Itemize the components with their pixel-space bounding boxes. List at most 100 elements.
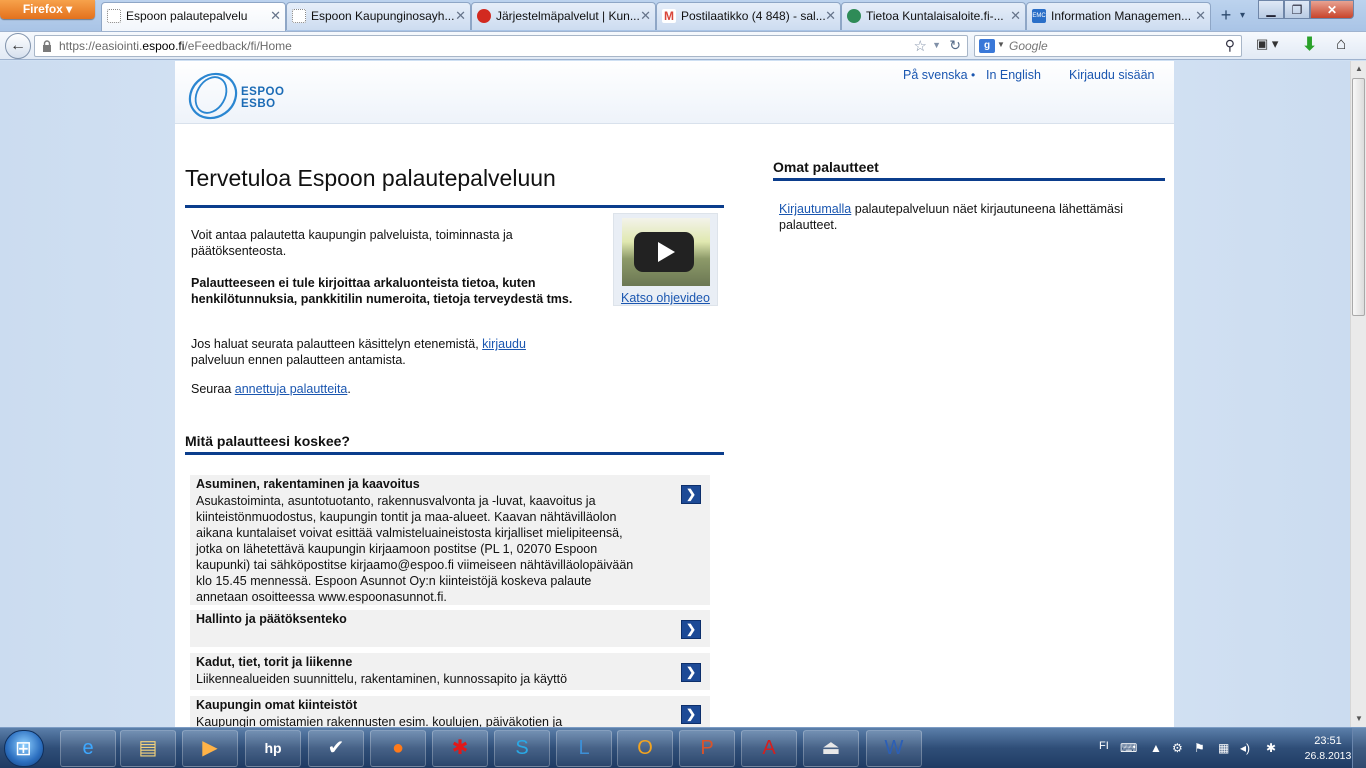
history-dropdown-icon[interactable]: ▼ [932,40,941,50]
google-icon[interactable]: g [979,39,995,53]
powerpoint-icon[interactable]: P [679,730,735,767]
bookmarks-menu-icon[interactable]: ▣ ▾ [1256,36,1288,56]
lock-icon [43,40,51,52]
acrobat-icon[interactable]: A [741,730,797,767]
tab-close-icon[interactable]: ✕ [455,3,466,29]
url-domain: espoo.fi [142,39,185,53]
scroll-up-icon[interactable]: ▲ [1351,61,1366,77]
category-kadut[interactable]: Kadut, tiet, torit ja liikenne Liikennea… [190,653,710,690]
category-hallinto[interactable]: Hallinto ja päätöksenteko ❯ [190,610,710,647]
logo-line-espoo: ESPOO [241,86,285,98]
firefox-icon[interactable]: ● [370,730,426,767]
show-hidden-icons-icon[interactable]: ▲ [1150,741,1162,755]
arrow-right-icon[interactable]: ❯ [681,663,701,682]
bookmark-star-icon[interactable]: ☆ [914,37,927,55]
page-title: Tervetuloa Espoon palautepalveluun [185,165,556,191]
link-kirjaudu-sisaan[interactable]: Kirjaudu sisään [1069,68,1154,82]
browser-nav-bar: ← https://easiointi.espoo.fi/eFeedback/f… [0,31,1366,60]
kirjautumalla-link[interactable]: Kirjautumalla [779,202,851,216]
internet-explorer-icon[interactable]: e [60,730,116,767]
tab-close-icon[interactable]: ✕ [270,3,281,29]
browser-tab-bar: Firefox ▾ Espoon palautepalvelu ✕ Espoon… [0,0,1366,31]
sync-icon[interactable]: ⚙ [1172,741,1183,755]
tab-close-icon[interactable]: ✕ [640,3,651,29]
play-button-icon[interactable] [634,232,694,272]
arrow-right-icon[interactable]: ❯ [681,620,701,639]
home-icon[interactable]: ⌂ [1336,34,1346,54]
tab-kuntalaisaloite[interactable]: Tietoa Kuntalaisaloite.fi-... ✕ [841,2,1026,30]
category-asuminen[interactable]: Asuminen, rakentaminen ja kaavoitus Asuk… [190,475,710,605]
clock-time[interactable]: 23:51 [1304,735,1352,747]
firefox-menu-button[interactable]: Firefox ▾ [0,0,95,19]
search-engine-dropdown-icon[interactable]: ▼ [997,40,1005,49]
network-tool-icon[interactable]: ✔ [308,730,364,767]
tab-close-icon[interactable]: ✕ [825,3,836,29]
lync-icon[interactable]: L [556,730,612,767]
start-button[interactable] [4,730,44,767]
video-thumbnail[interactable] [622,218,710,286]
scrollbar-thumb[interactable] [1352,78,1365,316]
minimize-icon[interactable]: ▁ [1258,0,1284,19]
scroll-down-icon[interactable]: ▼ [1351,711,1366,727]
volume-icon[interactable]: ◂) [1240,741,1250,755]
tab-list-chevron-icon[interactable]: ▾ [1240,4,1256,28]
tab-espoon-palautepalvelu[interactable]: Espoon palautepalvelu ✕ [101,2,286,31]
own-feedback-heading: Omat palautteet [773,159,879,175]
video-tutorial-box[interactable]: Katso ohjevideo [613,213,718,306]
category-title: Hallinto ja päätöksenteko [196,612,347,626]
tab-close-icon[interactable]: ✕ [1195,3,1206,29]
outlook-icon[interactable]: O [617,730,673,767]
arrow-right-icon[interactable]: ❯ [681,705,701,724]
search-icon[interactable]: ⚲ [1225,37,1235,54]
arrow-right-icon[interactable]: ❯ [681,485,701,504]
katso-ohjevideo-link[interactable]: Katso ohjevideo [621,291,710,305]
eject-drive-icon[interactable]: ⏏ [803,730,859,767]
seuraa-text: Seuraa annettuja palautteita. [191,381,571,397]
restore-icon[interactable]: ❐ [1284,0,1310,19]
window-close-icon[interactable]: ✕ [1310,0,1354,19]
clock-date[interactable]: 26.8.2013 [1298,750,1358,762]
tab-postilaatikko[interactable]: M Postilaatikko (4 848) - sal... ✕ [656,2,841,30]
media-player-icon[interactable]: ▶ [182,730,238,767]
search-bar[interactable]: g ▼ Google ⚲ [974,35,1242,57]
tab-close-icon[interactable]: ✕ [1010,3,1021,29]
paint-splash-icon[interactable]: ✱ [432,730,488,767]
tab-jarjestelmapalvelut[interactable]: Järjestelmäpalvelut | Kun... ✕ [471,2,656,30]
action-center-flag-icon[interactable]: ⚑ [1194,741,1205,755]
kirjaudu-link[interactable]: kirjaudu [482,337,526,351]
skype-icon[interactable]: S [494,730,550,767]
annettuja-palautteita-link[interactable]: annettuja palautteita [235,382,348,396]
network-icon[interactable]: ▦ [1218,741,1229,755]
link-in-english[interactable]: In English [986,68,1041,82]
url-bar[interactable]: https://easiointi.espoo.fi/eFeedback/fi/… [34,35,968,57]
category-description: Asukastoiminta, asuntotuotanto, rakennus… [196,494,634,604]
downloads-icon[interactable]: ⬇ [1302,34,1317,55]
word-icon[interactable]: W [866,730,922,767]
tab-information-management[interactable]: EMC Information Managemen... ✕ [1026,2,1211,30]
bluetooth-icon[interactable]: ✱ [1266,741,1276,755]
page-favicon-icon [107,9,121,23]
vertical-scrollbar[interactable]: ▲ ▼ [1350,61,1366,727]
category-title: Kadut, tiet, torit ja liikenne [196,655,353,669]
logo-text: ESPOO ESBO [241,86,284,110]
topics-divider [185,452,724,455]
search-input[interactable]: Google [1009,39,1048,53]
show-desktop-button[interactable] [1352,728,1366,768]
own-feedback-text: Kirjautumalla palautepalveluun näet kirj… [779,201,1159,233]
intro-text: Voit antaa palautetta kaupungin palvelui… [191,228,513,258]
file-explorer-icon[interactable]: ▤ [120,730,176,767]
back-arrow-icon[interactable]: ← [5,33,31,59]
reload-icon[interactable]: ↻ [949,37,961,54]
link-pa-svenska[interactable]: På svenska [903,68,968,82]
language-indicator[interactable]: FI [1099,740,1109,752]
keyboard-icon[interactable]: ⌨ [1120,741,1137,755]
seuraa-text-start: Seuraa [191,382,235,396]
url-path: /eFeedback/fi/Home [184,39,292,53]
tab-title: Information Managemen... [1051,9,1192,23]
category-kiinteistot[interactable]: Kaupungin omat kiinteistöt Kaupungin omi… [190,696,710,727]
follow-text-end: palveluun ennen palautteen antamista. [191,353,406,367]
tab-kaupunginosayhdistys[interactable]: Espoon Kaupunginosayh... ✕ [286,2,471,30]
hp-icon[interactable]: hp [245,730,301,767]
new-tab-icon[interactable]: + [1212,4,1240,28]
follow-progress-text: Jos haluat seurata palautteen käsittelyn… [191,336,571,368]
